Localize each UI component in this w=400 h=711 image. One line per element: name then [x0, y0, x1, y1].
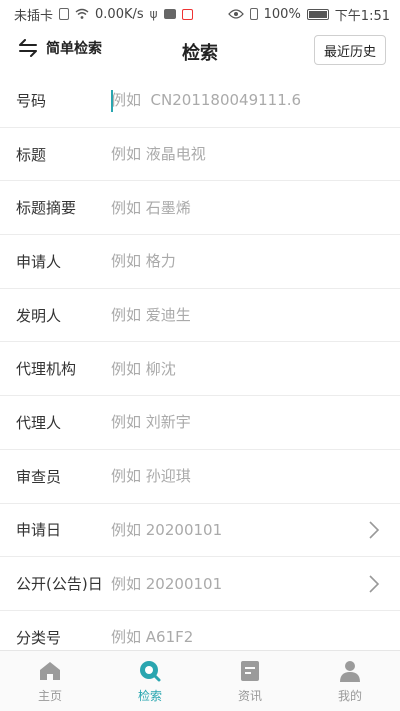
field-row-title-abstract: 标题摘要	[0, 181, 400, 236]
battery-percent: 100%	[263, 6, 301, 22]
applicant-input[interactable]	[111, 246, 400, 277]
usb-icon: ψ	[149, 7, 158, 21]
tab-search[interactable]: 检索	[100, 651, 200, 711]
field-label: 代理机构	[16, 360, 77, 379]
field-label: 分类号	[16, 628, 62, 647]
field-label: 标题摘要	[16, 199, 77, 218]
wifi-icon	[75, 8, 89, 19]
agent-input[interactable]	[111, 407, 400, 438]
field-row-application-date[interactable]: 申请日	[0, 504, 400, 558]
publication-date-input[interactable]	[111, 568, 400, 599]
field-label: 申请人	[16, 252, 62, 271]
home-icon	[40, 661, 60, 680]
user-icon	[340, 660, 360, 682]
agency-input[interactable]	[111, 353, 400, 384]
tab-home[interactable]: 主页	[0, 651, 100, 711]
field-label: 公开(公告)日	[16, 575, 103, 594]
status-bar-right: 100% 下午1:51	[227, 5, 390, 24]
title-input[interactable]	[111, 139, 400, 170]
field-row-agency: 代理机构	[0, 342, 400, 397]
field-row-publication-date[interactable]: 公开(公告)日	[0, 557, 400, 611]
chevron-right-icon[interactable]	[368, 574, 380, 593]
field-row-inventor: 发明人	[0, 289, 400, 343]
tab-label: 资讯	[237, 688, 262, 703]
carrier-text: 未插卡	[14, 8, 54, 24]
status-bar-left: 未插卡 0.00K/s ψ	[14, 5, 193, 24]
simple-search-label: 简单检索	[46, 41, 102, 57]
chevron-right-icon[interactable]	[368, 521, 380, 539]
bottom-tab-bar: 主页 检索 资讯 我的	[0, 650, 400, 711]
application-date-input[interactable]	[111, 514, 400, 545]
news-icon	[241, 660, 259, 681]
title-abstract-input[interactable]	[111, 192, 400, 223]
tab-news[interactable]: 资讯	[200, 651, 300, 711]
search-form: 号码 标题 标题摘要 申请人 发明人 代理机构 代理人 审查员 申请日 公开(公…	[0, 74, 400, 665]
status-bar: 未插卡 0.00K/s ψ 100% 下午1:51	[0, 0, 400, 28]
field-row-applicant: 申请人	[0, 235, 400, 289]
classification-input[interactable]	[111, 622, 400, 653]
tab-profile[interactable]: 我的	[300, 651, 400, 711]
clock: 下午1:51	[334, 8, 390, 24]
field-row-agent: 代理人	[0, 396, 400, 450]
app-header: 简单检索 检索 最近历史	[0, 28, 400, 72]
field-label: 发明人	[16, 306, 62, 325]
field-label: 申请日	[16, 521, 62, 540]
sim-icon	[59, 8, 70, 20]
search-icon	[140, 660, 161, 681]
tab-label: 我的	[337, 688, 362, 703]
tab-label: 检索	[137, 688, 162, 703]
field-row-examiner: 审查员	[0, 450, 400, 504]
battery-icon	[306, 8, 329, 20]
field-row-title: 标题	[0, 128, 400, 182]
swap-icon	[19, 39, 37, 57]
eye-icon	[227, 9, 244, 19]
field-row-number: 号码	[0, 74, 400, 128]
field-label: 代理人	[16, 413, 62, 432]
vibrate-icon	[249, 8, 258, 20]
number-input[interactable]	[111, 85, 400, 116]
examiner-input[interactable]	[111, 461, 400, 492]
tab-label: 主页	[37, 688, 62, 703]
field-label: 审查员	[16, 467, 62, 486]
app-notification-icon	[163, 9, 176, 19]
field-label: 号码	[16, 91, 47, 110]
simple-search-button[interactable]: 简单检索	[18, 38, 102, 58]
recent-history-button[interactable]: 最近历史	[313, 35, 386, 65]
inventor-input[interactable]	[111, 300, 400, 331]
network-speed: 0.00K/s	[95, 6, 144, 22]
text-cursor	[111, 90, 113, 112]
field-label: 标题	[16, 145, 47, 164]
alert-notification-icon	[181, 8, 193, 20]
